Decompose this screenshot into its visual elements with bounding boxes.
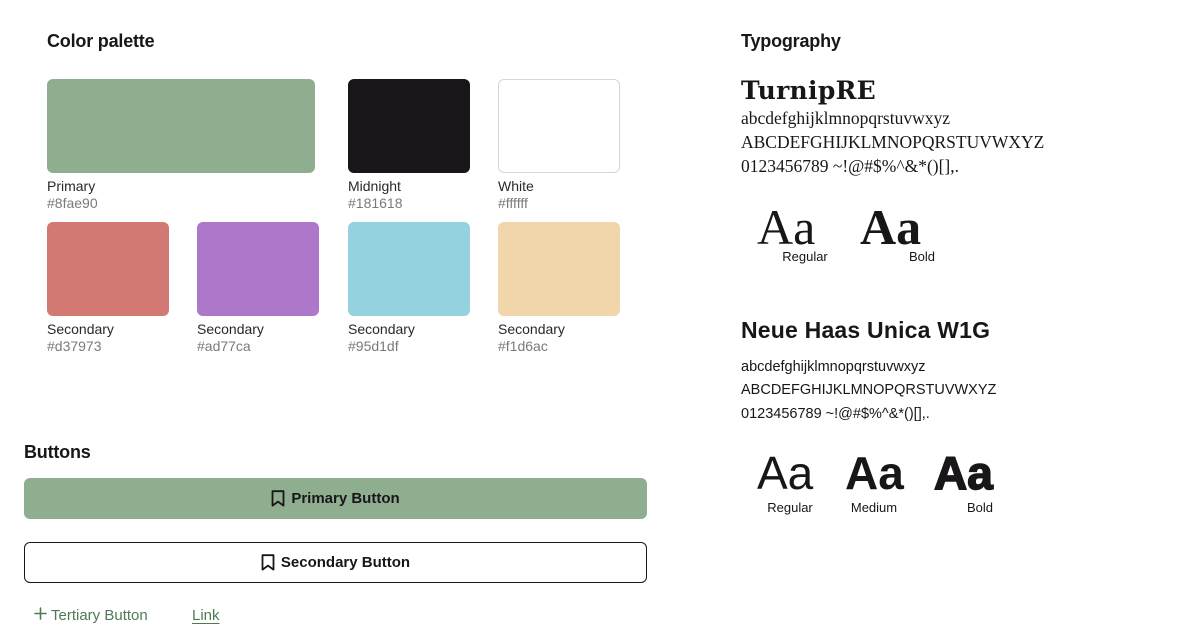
swatch-hex: #95d1df: [348, 338, 399, 354]
swatch-name: Secondary: [498, 321, 565, 337]
sans-uppercase-sample: ABCDEFGHIJKLMNOPQRSTUVWXYZ: [741, 382, 997, 398]
serif-regular-sample: Aa: [757, 199, 816, 255]
tertiary-button[interactable]: Tertiary Button: [34, 607, 148, 624]
swatch-midnight: [348, 79, 470, 173]
primary-button[interactable]: Primary Button: [24, 478, 647, 519]
serif-font-name: TurnipRE: [741, 76, 877, 105]
swatch-secondary-red: [47, 222, 169, 316]
sans-bold-label: Bold: [966, 500, 994, 515]
color-palette-heading: Color palette: [47, 31, 155, 51]
serif-bold-sample: Aa: [860, 199, 922, 255]
swatch-name: Midnight: [348, 178, 401, 194]
serif-regular-label: Regular: [782, 249, 828, 264]
serif-bold-label: Bold: [908, 249, 936, 264]
sans-medium-sample: Aa: [845, 447, 904, 499]
swatch-name: Secondary: [47, 321, 114, 337]
swatch-primary: [47, 79, 315, 173]
swatch-white: [498, 79, 620, 173]
swatch-hex: #8fae90: [47, 195, 98, 211]
swatch-name: Secondary: [197, 321, 264, 337]
swatch-hex: #f1d6ac: [498, 338, 548, 354]
swatch-name: Primary: [47, 178, 96, 194]
primary-button-label: Primary Button: [291, 490, 400, 507]
sans-digits-sample: 0123456789 ~!@#$%^&*()[],.: [741, 406, 930, 422]
buttons-heading: Buttons: [24, 442, 91, 462]
swatch-secondary-peach: [498, 222, 620, 316]
swatch-secondary-purple: [197, 222, 319, 316]
swatch-secondary-blue: [348, 222, 470, 316]
tertiary-button-label: Tertiary Button: [51, 607, 148, 624]
secondary-button-label: Secondary Button: [280, 554, 411, 571]
bookmark-icon: [261, 554, 275, 571]
swatch-hex: #d37973: [47, 338, 102, 354]
swatch-name: White: [498, 178, 534, 194]
plus-icon: [34, 607, 47, 624]
swatch-hex: #181618: [348, 195, 403, 211]
sans-medium-label: Medium: [850, 500, 898, 515]
bookmark-icon: [271, 490, 285, 507]
sans-regular-label: Regular: [767, 500, 813, 515]
sans-lowercase-sample: abcdefghijklmnopqrstuvwxyz: [741, 359, 926, 375]
swatch-hex: #ad77ca: [197, 338, 251, 354]
serif-digits-sample: 0123456789 ~!@#$%^&*()[],.: [741, 156, 959, 176]
sans-bold-sample: Aa: [933, 447, 993, 499]
serif-lowercase-sample: abcdefghijklmnopqrstuvwxyz: [741, 108, 950, 128]
serif-uppercase-sample: ABCDEFGHIJKLMNOPQRSTUVWXYZ: [741, 132, 1045, 152]
swatch-name: Secondary: [348, 321, 415, 337]
sans-regular-sample: Aa: [757, 447, 814, 499]
secondary-button[interactable]: Secondary Button: [24, 542, 647, 583]
swatch-hex: #ffffff: [498, 195, 528, 211]
typography-heading: Typography: [741, 31, 841, 51]
link[interactable]: Link: [192, 607, 220, 624]
sans-font-name: Neue Haas Unica W1G: [741, 317, 991, 343]
